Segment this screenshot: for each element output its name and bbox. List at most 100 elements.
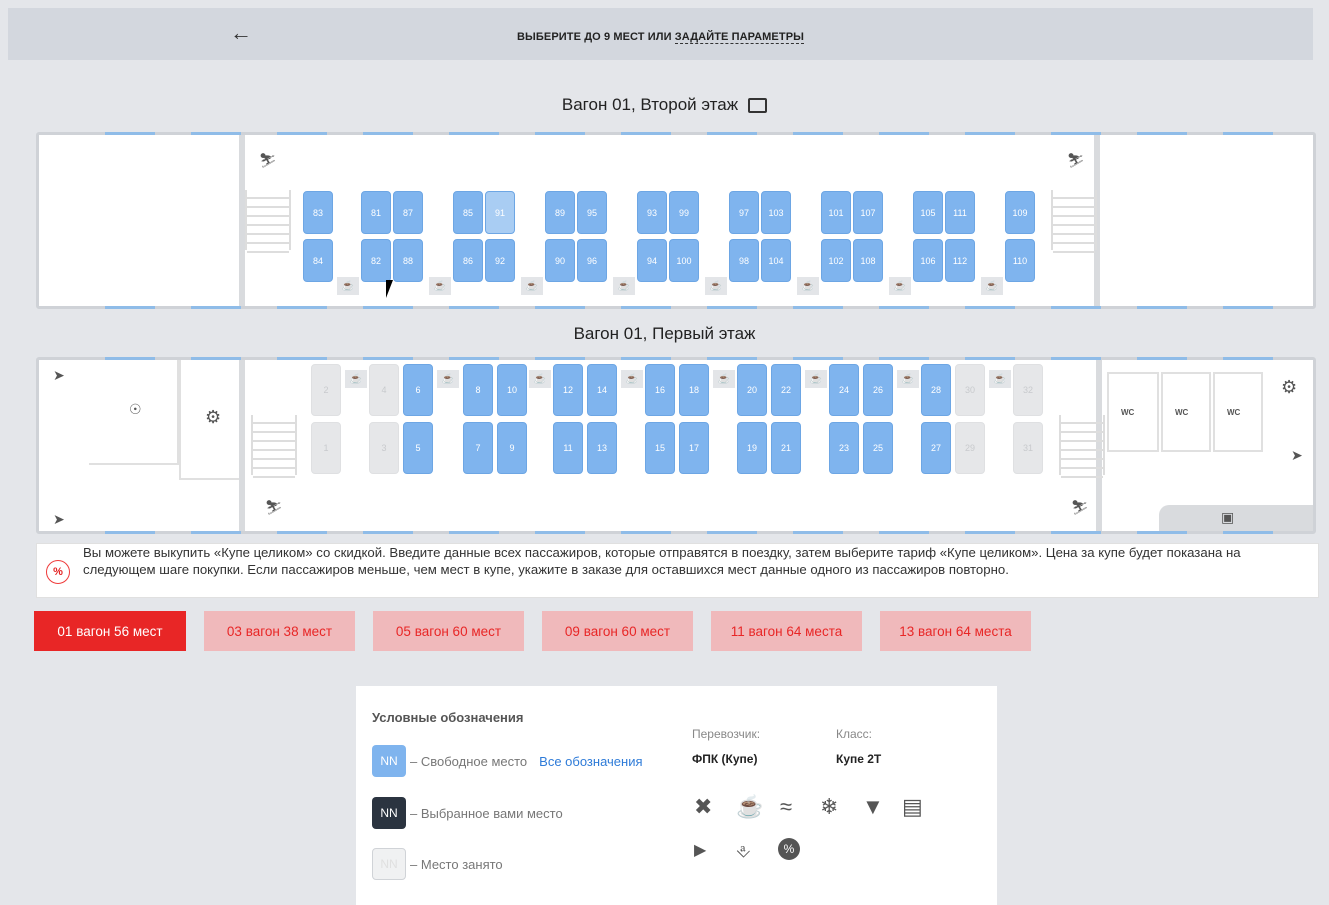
seat-102[interactable]: 102 [821, 239, 851, 282]
table-icon: ☕ [989, 370, 1011, 388]
car-tab-01[interactable]: 01 вагон 56 мест [34, 611, 186, 651]
stairs [1059, 415, 1105, 478]
mouse-cursor [386, 280, 400, 298]
seat-84[interactable]: 84 [303, 239, 333, 282]
discount-notice: % Вы можете выкупить «Купе целиком» со с… [36, 543, 1319, 598]
seat-11[interactable]: 11 [553, 422, 583, 474]
window [1223, 531, 1273, 534]
seat-95[interactable]: 95 [577, 191, 607, 234]
seat-26[interactable]: 26 [863, 364, 893, 416]
window [793, 357, 843, 360]
seat-15[interactable]: 15 [645, 422, 675, 474]
seat-89[interactable]: 89 [545, 191, 575, 234]
window [1051, 531, 1101, 534]
percent-icon: % [46, 560, 70, 584]
seat-100[interactable]: 100 [669, 239, 699, 282]
seat-10[interactable]: 10 [497, 364, 527, 416]
window [1137, 357, 1187, 360]
seat-86[interactable]: 86 [453, 239, 483, 282]
class-value: Купе 2Т [836, 752, 882, 766]
seat-98[interactable]: 98 [729, 239, 759, 282]
window [105, 357, 155, 360]
seat-110[interactable]: 110 [1005, 239, 1035, 282]
seat-82[interactable]: 82 [361, 239, 391, 282]
free-seat-chip: NN [372, 745, 406, 777]
seat-101[interactable]: 101 [821, 191, 851, 234]
legend-busy-row: NN – Место занято [372, 847, 503, 881]
seat-13[interactable]: 13 [587, 422, 617, 474]
seat-22[interactable]: 22 [771, 364, 801, 416]
expand-icon[interactable] [748, 98, 768, 113]
upper-deck-map: ⛷ ⛷ 83 84 81 82 87 88 85 86 91 92 89 90 95 96 93 94 99 10… [36, 132, 1316, 309]
seat-96[interactable]: 96 [577, 239, 607, 282]
seat-105[interactable]: 105 [913, 191, 943, 234]
seat-5[interactable]: 5 [403, 422, 433, 474]
car-tab-03[interactable]: 03 вагон 38 мест [204, 611, 355, 651]
seat-20[interactable]: 20 [737, 364, 767, 416]
seat-14[interactable]: 14 [587, 364, 617, 416]
car-tab-05[interactable]: 05 вагон 60 мест [373, 611, 524, 651]
seat-107[interactable]: 107 [853, 191, 883, 234]
window [621, 132, 671, 135]
seat-28[interactable]: 28 [921, 364, 951, 416]
seat-25[interactable]: 25 [863, 422, 893, 474]
set-params-link[interactable]: ЗАДАЙТЕ ПАРАМЕТРЫ [674, 31, 804, 44]
utility-icon: ▣ [1221, 509, 1235, 525]
seat-91[interactable]: 91 [485, 191, 515, 234]
seat-109[interactable]: 109 [1005, 191, 1035, 234]
seat-81[interactable]: 81 [361, 191, 391, 234]
seat-90[interactable]: 90 [545, 239, 575, 282]
seat-17[interactable]: 17 [679, 422, 709, 474]
seat-9[interactable]: 9 [497, 422, 527, 474]
seat-8[interactable]: 8 [463, 364, 493, 416]
seat-93[interactable]: 93 [637, 191, 667, 234]
window [449, 357, 499, 360]
legend-selected-text: – Выбранное вами место [410, 805, 563, 821]
seat-104[interactable]: 104 [761, 239, 791, 282]
car-tab-09[interactable]: 09 вагон 60 мест [542, 611, 693, 651]
window [191, 531, 241, 534]
seat-21[interactable]: 21 [771, 422, 801, 474]
lower-deck-map: ➤ ➤ ☉ ⚙ ⛷ ⛷ WC WC WC ⚙ ➤ ▣ 2 1 4 3 6 5 8 7 10 9 12… [36, 357, 1316, 534]
window [535, 132, 585, 135]
car-tab-11[interactable]: 11 вагон 64 места [711, 611, 862, 651]
seat-27[interactable]: 27 [921, 422, 951, 474]
table-icon: ☕ [705, 277, 727, 295]
seat-99[interactable]: 99 [669, 191, 699, 234]
seat-97[interactable]: 97 [729, 191, 759, 234]
window [621, 531, 671, 534]
seat-111[interactable]: 111 [945, 191, 975, 234]
seat-7[interactable]: 7 [463, 422, 493, 474]
seat-30: 30 [955, 364, 985, 416]
seat-18[interactable]: 18 [679, 364, 709, 416]
all-legend-link[interactable]: Все обозначения [539, 754, 642, 769]
window [1223, 132, 1273, 135]
seat-19[interactable]: 19 [737, 422, 767, 474]
seat-23[interactable]: 23 [829, 422, 859, 474]
car-tab-13[interactable]: 13 вагон 64 места [880, 611, 1031, 651]
coffee-icon: ☕ [736, 794, 764, 819]
seat-24[interactable]: 24 [829, 364, 859, 416]
seat-103[interactable]: 103 [761, 191, 791, 234]
seat-108[interactable]: 108 [853, 239, 883, 282]
seat-94[interactable]: 94 [637, 239, 667, 282]
stairs-icon: ⛷ [1067, 152, 1085, 168]
wc-label: WC [1227, 408, 1241, 417]
window [1137, 306, 1187, 309]
seat-16[interactable]: 16 [645, 364, 675, 416]
exit-icon: ➤ [53, 511, 65, 527]
table-icon: ☕ [437, 370, 459, 388]
legend-free-text: – Свободное место [410, 753, 528, 769]
seat-6[interactable]: 6 [403, 364, 433, 416]
window [793, 306, 843, 309]
seat-112[interactable]: 112 [945, 239, 975, 282]
seat-88[interactable]: 88 [393, 239, 423, 282]
seat-92[interactable]: 92 [485, 239, 515, 282]
seat-12[interactable]: 12 [553, 364, 583, 416]
seat-87[interactable]: 87 [393, 191, 423, 234]
upper-deck-title: Вагон 01, Второй этаж [0, 95, 1329, 115]
seat-2: 2 [311, 364, 341, 416]
seat-106[interactable]: 106 [913, 239, 943, 282]
seat-83[interactable]: 83 [303, 191, 333, 234]
seat-85[interactable]: 85 [453, 191, 483, 234]
